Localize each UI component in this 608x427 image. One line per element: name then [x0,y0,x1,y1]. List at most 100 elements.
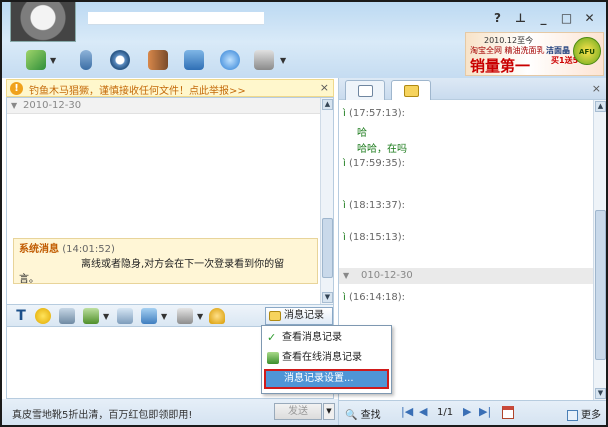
ad-logo: AFU [573,37,601,65]
chat-window: ? ⊥ _ □ ✕ ▼ ▼ 2010.12至今 淘宝全网 精油洗面乳 销量第一 … [0,0,608,427]
image-icon[interactable] [141,308,157,324]
history-time: (18:13:37): [348,200,406,211]
ad-banner[interactable]: 2010.12至今 淘宝全网 精油洗面乳 销量第一 洁面晶 买1送5 AFU [465,32,604,76]
page-indicator: 1/1 [437,407,454,418]
calendar-icon[interactable] [502,406,514,419]
online-record-icon [267,352,279,364]
menu-item-label: 查看消息记录 [282,332,342,343]
menu-item-view-records[interactable]: ✓ 查看消息记录 [264,328,389,348]
history-entry: ì (17:59:35): [343,158,406,169]
security-notice[interactable]: ! 钓鱼木马猖獗，谨慎接收任何文件！点此举报>> × [6,79,334,97]
history-date-bar: ▼ 010-12-30 [339,268,594,284]
chat-date-bar: ▼ 2010-12-30 [7,98,322,114]
system-message-body-end: 言。 [19,274,39,285]
history-tabs: × [339,78,606,101]
video-call-icon[interactable] [110,50,130,70]
history-time: (17:59:35): [348,158,406,169]
voice-call-icon[interactable] [80,50,92,70]
scroll-up-icon[interactable]: ▲ [322,99,333,110]
history-close-icon[interactable]: × [592,82,601,95]
help-icon[interactable]: ? [489,10,506,27]
contact-avatar[interactable] [10,2,76,42]
transfer-file-caret-icon[interactable]: ▼ [50,56,56,65]
phone-icon[interactable] [177,308,193,324]
more-label: 更多 [581,410,601,421]
notice-close-icon[interactable]: × [320,81,329,94]
contact-card-icon [358,85,373,97]
history-scroll-down-icon[interactable]: ▼ [595,388,606,399]
group-chat-icon[interactable] [148,50,168,70]
last-page-icon[interactable]: ▶| [479,405,491,418]
pin-icon[interactable]: ⊥ [512,10,529,27]
music-icon[interactable] [117,308,133,324]
bottom-bar: 真皮雪地靴5折出清，百万红包即领即用! 发送 ▼ [2,399,338,425]
phone-caret-icon[interactable]: ▼ [197,312,203,321]
search-icon: 🔍 [345,410,358,421]
message-record-icon [269,311,281,321]
transfer-file-icon[interactable] [26,50,46,70]
history-entry: ì (17:57:13): [343,108,406,119]
chat-date: 2010-12-30 [23,100,82,111]
search-button[interactable]: 🔍 查找 [345,406,381,421]
warning-icon: ! [10,82,23,95]
prev-page-icon[interactable]: ◀ [419,405,427,418]
first-page-icon[interactable]: |◀ [401,405,413,418]
message-record-label: 消息记录 [284,310,324,321]
notice-text[interactable]: 钓鱼木马猖獗，谨慎接收任何文件！点此举报>> [29,82,246,97]
history-time: (16:14:18): [348,292,406,303]
scroll-down-icon[interactable]: ▼ [322,292,333,303]
screenshot-icon[interactable] [83,308,99,324]
remote-assist-icon[interactable] [184,50,204,70]
chat-history-area: ▼ 2010-12-30 系统消息 (14:01:52) 离线或者隐身,对方会在… [6,97,334,305]
history-message: 哈哈，在吗 [357,144,407,155]
history-bottom-bar: 🔍 查找 |◀ ◀ 1/1 ▶ ▶| 更多 [339,400,606,425]
system-message-title: 系统消息 [19,244,59,255]
font-icon[interactable]: T [13,308,29,324]
close-button[interactable]: ✕ [581,10,598,27]
minimize-button[interactable]: _ [535,10,552,27]
menu-item-view-online-records[interactable]: 查看在线消息记录 [264,348,389,368]
menu-item-label: 查看在线消息记录 [282,352,362,363]
history-scroll-thumb[interactable] [595,210,606,360]
ad-headline: 销量第一 [470,57,531,75]
scroll-thumb[interactable] [322,218,333,278]
emoticon-icon[interactable] [35,308,51,324]
maximize-button[interactable]: □ [558,10,575,27]
contact-nickname [88,12,264,25]
collapse-icon[interactable]: ▼ [11,101,17,110]
chat-scrollbar[interactable]: ▲ ▼ [320,98,333,304]
apps-caret-icon[interactable]: ▼ [280,56,286,65]
next-page-icon[interactable]: ▶ [463,405,471,418]
tab-message-record[interactable] [391,80,431,101]
format-toolbar: T ▼ ▼ ▼ 消息记录 ▼ [6,305,344,327]
send-options-caret-icon[interactable]: ▼ [323,403,335,420]
history-time: (17:57:13): [348,108,406,119]
nudge-icon[interactable] [59,308,75,324]
message-record-tab-icon [404,85,419,97]
history-collapse-icon[interactable]: ▼ [343,271,349,280]
message-record-menu: ✓ 查看消息记录 查看在线消息记录 消息记录设置... [261,325,392,394]
history-scroll-up-icon[interactable]: ▲ [595,101,606,112]
tab-contact-info[interactable] [345,80,385,100]
history-time: (18:15:13): [348,232,406,243]
message-record-button[interactable]: 消息记录 ▼ [265,307,344,325]
history-message: 哈 [357,128,367,139]
bell-icon[interactable] [209,308,225,324]
browser-icon[interactable] [220,50,240,70]
system-message-body: 离线或者隐身,对方会在下一次登录看到你的留 [81,259,285,270]
more-icon [566,409,578,421]
send-button[interactable]: 发送 [274,403,322,420]
menu-item-record-settings[interactable]: 消息记录设置... [264,369,389,389]
screenshot-caret-icon[interactable]: ▼ [103,312,109,321]
image-caret-icon[interactable]: ▼ [161,312,167,321]
history-entry: ì (16:14:18): [343,292,406,303]
history-entry: ì (18:13:37): [343,200,406,211]
more-button[interactable]: 更多 [566,406,601,421]
search-label: 查找 [360,410,381,421]
apps-icon[interactable] [254,50,274,70]
check-icon: ✓ [267,331,277,344]
system-message: 系统消息 (14:01:52) 离线或者隐身,对方会在下一次登录看到你的留 言。 [13,238,318,285]
history-scrollbar[interactable]: ▲ ▼ [593,100,606,400]
history-date: 010-12-30 [361,270,413,281]
bottom-ad-link[interactable]: 真皮雪地靴5折出清，百万红包即领即用! [12,406,192,421]
